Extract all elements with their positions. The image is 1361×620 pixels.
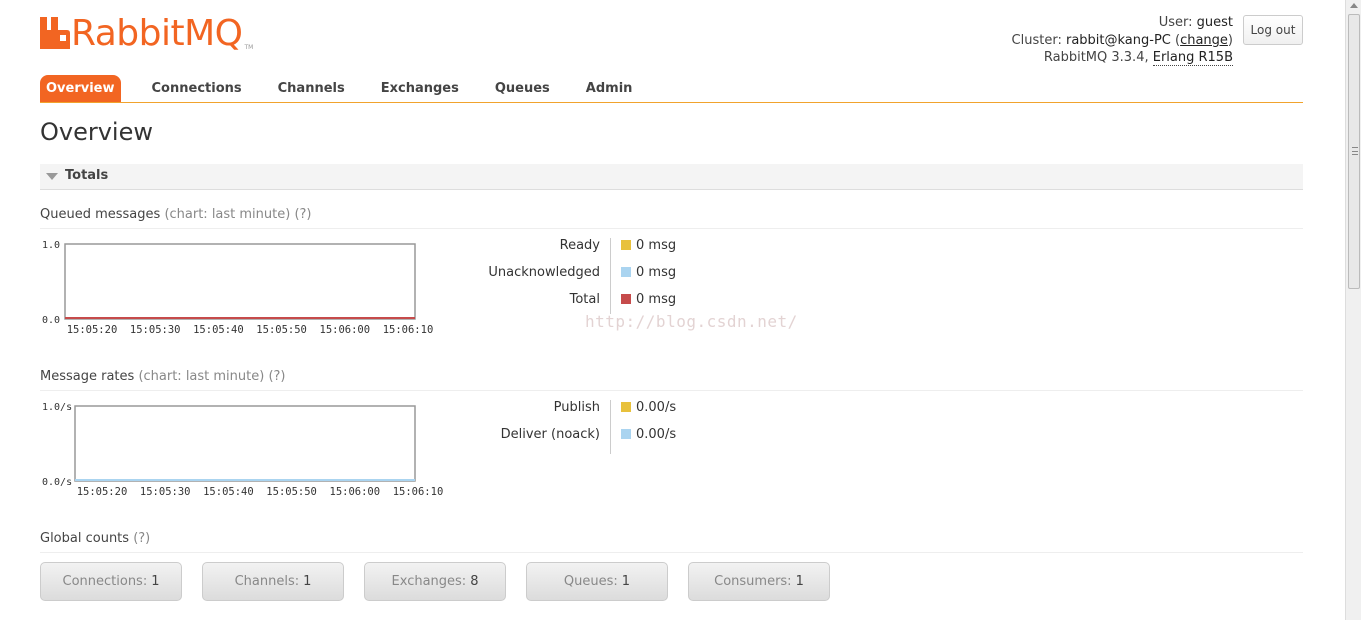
queued-messages-title: Queued messages xyxy=(40,207,161,222)
count-value: 1 xyxy=(795,574,804,589)
x-tick-label: 15:05:20 xyxy=(67,324,118,336)
tab-channels[interactable]: Channels xyxy=(260,75,363,102)
legend-label: Total xyxy=(569,292,600,307)
tab-exchanges[interactable]: Exchanges xyxy=(363,75,477,102)
scroll-up-arrow-icon[interactable] xyxy=(1350,3,1358,8)
y-tick-label: 0.0/s xyxy=(42,477,72,488)
x-tick-label: 15:06:00 xyxy=(320,324,371,336)
count-value: 1 xyxy=(621,574,631,589)
count-label: Queues: xyxy=(563,574,618,589)
global-counts-hint[interactable]: (?) xyxy=(133,531,150,546)
legend-divider xyxy=(610,400,611,454)
legend-value: 0 msg xyxy=(636,265,677,280)
legend-total: Total 0 msg xyxy=(480,292,690,312)
legend-value: 0 msg xyxy=(636,238,677,253)
cluster-name: rabbit@kang-PC xyxy=(1065,32,1171,48)
count-value: 1 xyxy=(151,574,160,589)
cluster-label: Cluster: xyxy=(1011,32,1062,48)
plot-area xyxy=(74,405,416,482)
count-value: 8 xyxy=(470,574,479,589)
rabbitmq-logo[interactable]: RabbitMQ TM xyxy=(40,14,253,54)
count-label: Connections: xyxy=(62,574,148,589)
legend-swatch xyxy=(621,294,631,304)
scroll-grip-icon xyxy=(1352,147,1358,155)
count-exchanges-button[interactable]: Exchanges: 8 xyxy=(364,562,506,601)
page-title: Overview xyxy=(40,118,153,146)
global-counts-title: Global counts xyxy=(40,531,130,546)
legend-label: Deliver (noack) xyxy=(500,427,600,442)
user-info: User: guest Cluster: rabbit@kang-PC (cha… xyxy=(1011,15,1233,66)
count-queues-button[interactable]: Queues: 1 xyxy=(526,562,668,601)
x-tick-label: 15:05:20 xyxy=(77,486,128,498)
legend-label: Unacknowledged xyxy=(488,265,600,280)
queued-messages-chart: 0.0 1.0 15:05:20 15:05:30 15:05:40 15:05:50 15… xyxy=(42,240,434,336)
plot-area xyxy=(64,243,416,320)
y-tick-label: 1.0/s xyxy=(42,402,72,413)
count-label: Exchanges: xyxy=(391,574,467,589)
scrollbar-thumb[interactable] xyxy=(1348,14,1360,289)
legend-swatch xyxy=(621,429,631,439)
collapse-arrow-icon xyxy=(46,173,58,180)
count-channels-button[interactable]: Channels: 1 xyxy=(202,562,344,601)
legend-swatch xyxy=(621,267,631,277)
user-label: User: xyxy=(1158,15,1193,30)
legend-divider xyxy=(610,238,611,314)
tab-admin[interactable]: Admin xyxy=(568,75,651,102)
logout-button[interactable]: Log out xyxy=(1243,15,1303,45)
main-nav: Overview Connections Channels Exchanges … xyxy=(40,75,1303,103)
legend-value: 0.00/s xyxy=(636,427,677,442)
change-cluster-link[interactable]: change xyxy=(1180,33,1228,48)
totals-label: Totals xyxy=(65,168,109,183)
legend-publish: Publish 0.00/s xyxy=(480,400,690,420)
count-label: Consumers: xyxy=(714,574,792,589)
x-tick-label: 15:05:30 xyxy=(130,324,181,336)
erlang-version[interactable]: Erlang R15B xyxy=(1152,50,1233,66)
message-rates-heading: Message rates (chart: last minute) (?) xyxy=(40,369,1303,391)
tab-overview[interactable]: Overview xyxy=(40,75,121,102)
rabbit-logo-icon xyxy=(40,17,70,49)
logo-trademark: TM xyxy=(244,44,254,51)
message-rates-title: Message rates xyxy=(40,369,135,384)
x-tick-label: 15:06:00 xyxy=(330,486,381,498)
x-tick-label: 15:05:50 xyxy=(266,486,317,498)
x-tick-label: 15:06:10 xyxy=(383,324,434,336)
legend-unacknowledged: Unacknowledged 0 msg xyxy=(480,265,690,285)
legend-value: 0.00/s xyxy=(636,400,677,415)
legend-swatch xyxy=(621,402,631,412)
message-rates-chart: 0.0/s 1.0/s 15:05:20 15:05:30 15:05:40 15:05:… xyxy=(42,402,444,498)
user-name: guest xyxy=(1196,15,1233,30)
queued-messages-heading: Queued messages (chart: last minute) (?) xyxy=(40,207,1303,229)
x-tick-label: 15:05:50 xyxy=(256,324,307,336)
queued-messages-hint[interactable]: (chart: last minute) (?) xyxy=(164,207,311,222)
totals-section-toggle[interactable]: Totals xyxy=(40,164,1303,190)
x-tick-label: 15:06:10 xyxy=(393,486,444,498)
legend-deliver-noack: Deliver (noack) 0.00/s xyxy=(480,427,690,447)
watermark: http://blog.csdn.net/ xyxy=(585,312,798,331)
logo-text: RabbitMQ xyxy=(71,13,243,54)
x-tick-label: 15:05:40 xyxy=(203,486,254,498)
count-connections-button[interactable]: Connections: 1 xyxy=(40,562,182,601)
vertical-scrollbar[interactable] xyxy=(1345,0,1361,620)
legend-label: Publish xyxy=(553,400,600,415)
version-text: RabbitMQ 3.3.4, xyxy=(1043,50,1149,65)
count-consumers-button[interactable]: Consumers: 1 xyxy=(688,562,830,601)
y-tick-label: 0.0 xyxy=(42,315,60,326)
legend-swatch xyxy=(621,240,631,250)
legend-ready: Ready 0 msg xyxy=(480,238,690,258)
x-tick-label: 15:05:40 xyxy=(193,324,244,336)
legend-value: 0 msg xyxy=(636,292,677,307)
count-label: Channels: xyxy=(234,574,300,589)
x-tick-label: 15:05:30 xyxy=(140,486,191,498)
count-value: 1 xyxy=(303,574,312,589)
message-rates-hint[interactable]: (chart: last minute) (?) xyxy=(138,369,285,384)
y-tick-label: 1.0 xyxy=(42,240,60,251)
global-counts-heading: Global counts (?) xyxy=(40,531,1303,553)
tab-queues[interactable]: Queues xyxy=(477,75,568,102)
legend-label: Ready xyxy=(559,238,600,253)
tab-connections[interactable]: Connections xyxy=(134,75,260,102)
